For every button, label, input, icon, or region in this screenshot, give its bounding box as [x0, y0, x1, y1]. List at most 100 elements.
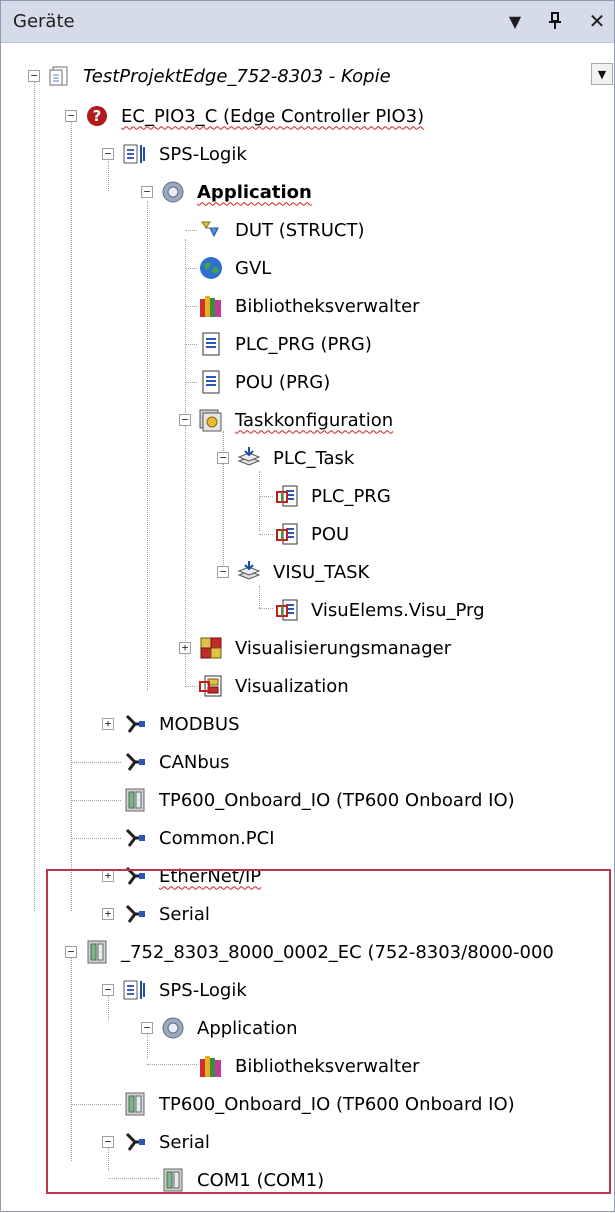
tree-item-application-2[interactable]: Application [159, 1009, 298, 1047]
library-books-icon [197, 292, 225, 320]
collapse-toggle[interactable]: − [65, 946, 77, 958]
tree-guide-line [71, 121, 72, 911]
tree-item-visualisierungsmanager[interactable]: Visualisierungsmanager [197, 629, 451, 667]
visualization-icon [197, 672, 225, 700]
tree-item-application[interactable]: Application [159, 173, 312, 211]
program-call-icon [273, 482, 301, 510]
tree-guide-line [259, 608, 273, 609]
tree-item-label: POU (PRG) [235, 371, 331, 393]
tree-item-pou[interactable]: POU (PRG) [197, 363, 330, 401]
tree-guide-line [147, 201, 148, 691]
tree-item-visualization[interactable]: Visualization [197, 667, 349, 705]
tree-item-common-pci[interactable]: Common.PCI [121, 819, 275, 857]
tree-item-plc-task[interactable]: PLC_Task [235, 439, 354, 477]
tree-item-plc-task-plc-prg[interactable]: PLC_PRG [273, 477, 391, 515]
tree-item-label: _752_8303_8000_0002_EC (752-8303/8000-00… [121, 941, 554, 963]
plc-logic-icon [121, 976, 149, 1004]
tree-item-label: EC_PIO3_C (Edge Controller PIO3) [121, 105, 425, 127]
tree-item-serial-2[interactable]: Serial [121, 1123, 210, 1161]
tree-item-label: Common.PCI [159, 827, 275, 849]
task-icon [235, 444, 263, 472]
tree-item-com1[interactable]: COM1 (COM1) [159, 1161, 324, 1199]
library-books-icon [197, 1052, 225, 1080]
tree-item-tp600-onboard-io-2[interactable]: TP600_Onboard_IO (TP600 Onboard IO) [121, 1085, 515, 1123]
tree-item-tp600-onboard-io[interactable]: TP600_Onboard_IO (TP600 Onboard IO) [121, 781, 515, 819]
tree-item-plc-task-pou[interactable]: POU [273, 515, 349, 553]
program-call-icon [273, 596, 301, 624]
io-module-icon [83, 938, 111, 966]
collapse-toggle[interactable]: − [141, 1022, 153, 1034]
tree-item-gvl[interactable]: GVL [197, 249, 271, 287]
question-device-icon: ? [83, 102, 111, 130]
tree-item-label: GVL [235, 257, 272, 279]
expand-toggle[interactable]: + [179, 642, 191, 654]
svg-text:?: ? [93, 107, 102, 125]
tree-item-plc-prg[interactable]: PLC_PRG (PRG) [197, 325, 372, 363]
tree-item-device-752-8303[interactable]: _752_8303_8000_0002_EC (752-8303/8000-00… [83, 933, 554, 971]
tree-item-label: VisuElems.Visu_Prg [311, 599, 485, 621]
tree-item-visuelems-visu-prg[interactable]: VisuElems.Visu_Prg [273, 591, 485, 629]
collapse-toggle[interactable]: − [179, 414, 191, 426]
collapse-toggle[interactable]: − [65, 110, 77, 122]
tree-guide-line [185, 306, 197, 307]
tree-item-sps-logik-2[interactable]: SPS-Logik [121, 971, 247, 1009]
collapse-toggle[interactable]: − [102, 1136, 114, 1148]
tree-guide-line [71, 762, 121, 763]
collapse-toggle[interactable]: − [217, 452, 229, 464]
tree-item-label: Bibliotheksverwalter [235, 295, 420, 317]
task-config-icon [197, 406, 225, 434]
fieldbus-icon [121, 748, 149, 776]
collapse-toggle[interactable]: − [102, 148, 114, 160]
application-gear-icon [159, 1014, 187, 1042]
tree-item-label: Application [197, 1017, 298, 1039]
tree-item-bibliotheksverwalter[interactable]: Bibliotheksverwalter [197, 287, 420, 325]
tree-item-label: SPS-Logik [159, 979, 247, 1001]
collapse-toggle[interactable]: − [28, 70, 40, 82]
fieldbus-icon [121, 710, 149, 738]
tree-item-project[interactable]: TestProjektEdge_752-8303 - Kopie [45, 57, 391, 95]
tree-item-label: VISU_TASK [273, 561, 370, 583]
tree-item-sps-logik[interactable]: SPS-Logik [121, 135, 247, 173]
tree-guide-line [71, 800, 121, 801]
tree-guide-line [147, 1064, 197, 1065]
tree-item-label: Serial [159, 1131, 210, 1153]
tree-item-label: SPS-Logik [159, 143, 247, 165]
tree-item-label: TP600_Onboard_IO (TP600 Onboard IO) [159, 1093, 515, 1115]
collapse-toggle[interactable]: − [217, 566, 229, 578]
devices-panel: Geräte ▼ ✕ TestProjektEdge_752-8303 - Ko… [0, 0, 615, 1212]
tree-item-label: Visualization [235, 675, 349, 697]
tree-guide-line [185, 230, 197, 231]
tree-guide-line [259, 471, 260, 531]
document-icon [197, 330, 225, 358]
tree-item-label: PLC_PRG [311, 485, 391, 507]
project-icon [45, 62, 73, 90]
tree-item-modbus[interactable]: MODBUS [121, 705, 240, 743]
tree-item-label: DUT (STRUCT) [235, 219, 365, 241]
tree-item-canbus[interactable]: CANbus [121, 743, 230, 781]
tree-guide-line [108, 161, 109, 191]
tree-item-label: Application [197, 181, 312, 203]
tree-item-visu-task[interactable]: VISU_TASK [235, 553, 369, 591]
collapse-toggle[interactable]: − [141, 186, 153, 198]
io-module-icon [121, 1090, 149, 1118]
collapse-toggle[interactable]: − [102, 984, 114, 996]
tree-guide-line [71, 838, 121, 839]
tree-guide-line [34, 81, 35, 911]
tree-item-bibliotheksverwalter-2[interactable]: Bibliotheksverwalter [197, 1047, 420, 1085]
tree-guide-line [108, 1178, 159, 1179]
scroll-dropdown-button[interactable]: ▼ [591, 63, 613, 85]
tree-guide-line [185, 382, 197, 383]
fieldbus-icon [121, 824, 149, 852]
tree-item-label: PLC_Task [273, 447, 355, 469]
tree-item-taskkonfiguration[interactable]: Taskkonfiguration [197, 401, 393, 439]
chevron-down-icon: ▼ [597, 67, 607, 81]
io-module-icon [121, 786, 149, 814]
plc-logic-icon [121, 140, 149, 168]
tree-item-dut[interactable]: DUT (STRUCT) [197, 211, 364, 249]
dut-icon [197, 216, 225, 244]
expand-toggle[interactable]: + [102, 718, 114, 730]
tree-item-label: Taskkonfiguration [235, 409, 394, 431]
application-gear-icon [159, 178, 187, 206]
tree-item-device-ec-pio3[interactable]: ? EC_PIO3_C (Edge Controller PIO3) [83, 97, 424, 135]
tree-item-label: CANbus [159, 751, 230, 773]
